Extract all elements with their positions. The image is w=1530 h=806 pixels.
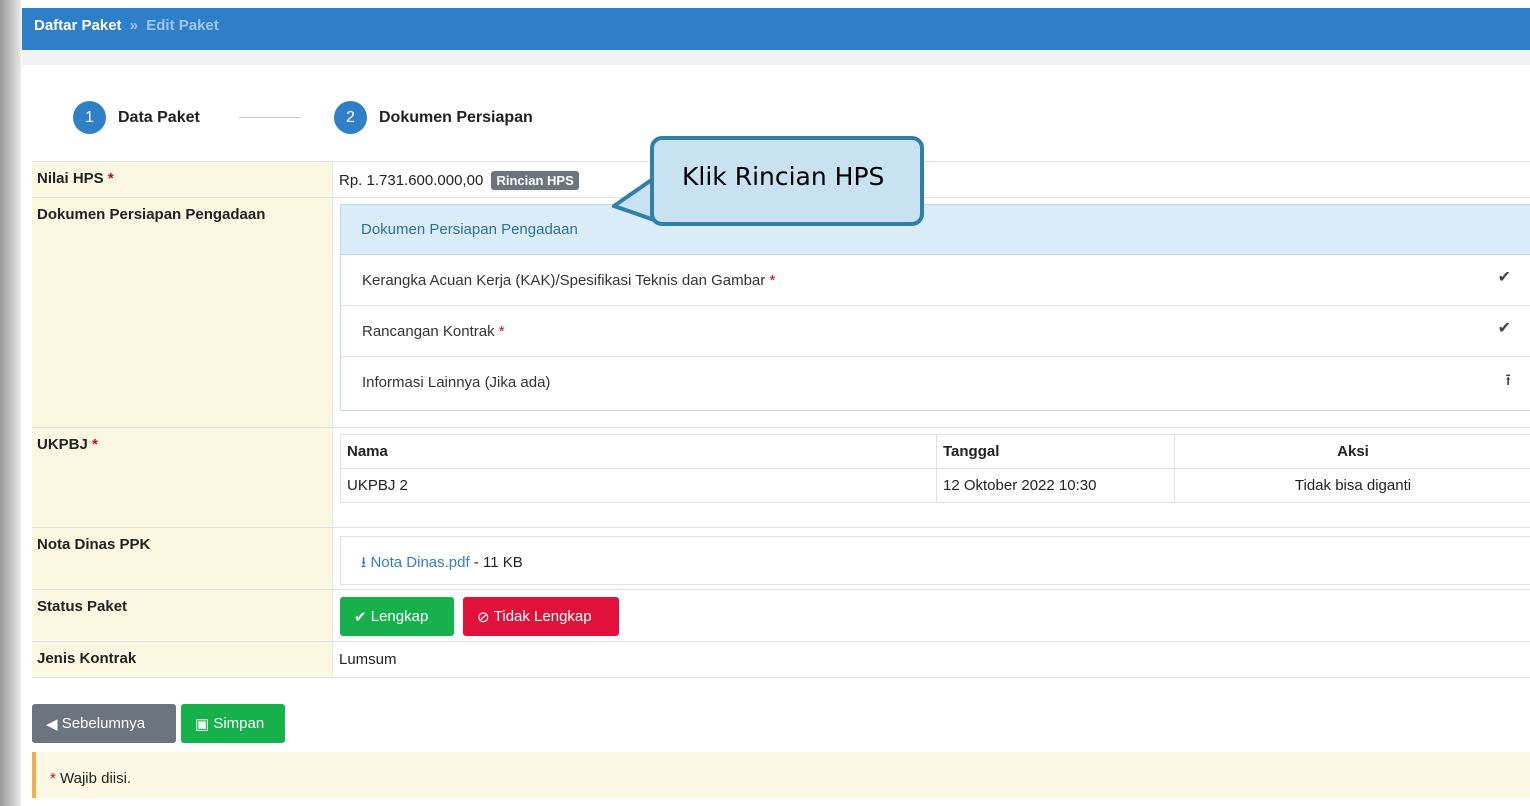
lengkap-label: Lengkap <box>370 608 429 625</box>
row-dokumen-persiapan: Dokumen Persiapan Pengadaan Dokumen Pers… <box>32 197 1530 427</box>
nota-dinas-filename: Nota Dinas.pdf <box>370 554 470 571</box>
lengkap-button[interactable]: ✔ Lengkap <box>340 597 454 636</box>
dokumen-item-rancangan-kontrak[interactable]: Rancangan Kontrak * ✔ <box>341 306 1530 357</box>
breadcrumb-parent-link[interactable]: Daftar Paket <box>34 17 122 34</box>
column-header-tanggal: Tanggal <box>936 434 1175 469</box>
ukpbj-table: Nama Tanggal Aksi UKPBJ 2 12 Oktober 202… <box>340 434 1530 503</box>
column-header-aksi: Aksi <box>1174 434 1530 469</box>
sebelumnya-button[interactable]: ◀ Sebelumnya <box>32 704 176 743</box>
row-ukpbj: UKPBJ * Nama Tanggal Aksi UKPBJ 2 12 Okt… <box>32 427 1530 527</box>
step-number-2: 2 <box>334 101 367 134</box>
jenis-kontrak-value: Lumsum <box>339 651 397 668</box>
nota-dinas-size: - 11 KB <box>469 554 523 571</box>
simpan-button[interactable]: ▣ Simpan <box>181 704 285 743</box>
sub-header-bar <box>22 50 1530 65</box>
value-jenis-kontrak: Lumsum <box>334 642 1530 677</box>
step-dokumen-persiapan[interactable]: 2 Dokumen Persiapan <box>334 101 533 134</box>
table-header-row: Nama Tanggal Aksi <box>340 434 1530 469</box>
check-icon: ✔ <box>1497 269 1511 286</box>
dokumen-panel-title: Dokumen Persiapan Pengadaan <box>341 205 1530 255</box>
callout-annotation: Klik Rincian HPS <box>650 136 924 226</box>
dokumen-item-informasi-lainnya[interactable]: Informasi Lainnya (Jika ada) ⭱ <box>341 357 1530 408</box>
value-nilai-hps: Rp. 1.731.600.000,00 Rincian HPS <box>334 162 1530 197</box>
value-dokumen-persiapan: Dokumen Persiapan Pengadaan Kerangka Acu… <box>334 198 1530 427</box>
label-jenis-kontrak: Jenis Kontrak <box>32 642 333 677</box>
step-label-2: Dokumen Persiapan <box>379 108 533 126</box>
value-nota-dinas: ⭳ Nota Dinas.pdf - 11 KB <box>334 528 1530 589</box>
required-mark: * <box>50 770 56 787</box>
nota-dinas-download-link[interactable]: ⭳ Nota Dinas.pdf <box>361 554 470 571</box>
breadcrumb-separator: » <box>129 17 139 34</box>
save-icon: ▣ <box>195 715 214 733</box>
label-dokumen-persiapan: Dokumen Persiapan Pengadaan <box>32 198 333 427</box>
required-note: * Wajib diisi. <box>32 752 1530 798</box>
step-number-1: 1 <box>73 101 106 134</box>
step-connector <box>239 117 301 118</box>
label-status-paket: Status Paket <box>32 590 333 641</box>
label-text: UKPBJ <box>37 436 88 453</box>
upload-icon[interactable]: ⭱ <box>1505 369 1511 396</box>
cell-aksi: Tidak bisa diganti <box>1174 468 1530 503</box>
dokumen-item-label: Informasi Lainnya (Jika ada) <box>362 374 551 391</box>
tidak-lengkap-label: Tidak Lengkap <box>493 608 592 625</box>
value-ukpbj: Nama Tanggal Aksi UKPBJ 2 12 Oktober 202… <box>334 428 1530 527</box>
hps-amount: Rp. 1.731.600.000,00 <box>339 172 484 189</box>
required-note-text: Wajib diisi. <box>60 770 132 787</box>
dokumen-item-label: Rancangan Kontrak <box>362 323 495 340</box>
label-nilai-hps: Nilai HPS * <box>32 162 333 197</box>
rincian-hps-button[interactable]: Rincian HPS <box>491 171 579 190</box>
tidak-lengkap-button[interactable]: ⊘ Tidak Lengkap <box>463 597 619 636</box>
row-status-paket: Status Paket ✔ Lengkap ⊘ Tidak Lengkap <box>32 589 1530 641</box>
label-text: Nilai HPS <box>37 170 104 187</box>
cell-tanggal: 12 Oktober 2022 10:30 <box>936 468 1175 503</box>
breadcrumb-current: Edit Paket <box>146 17 219 34</box>
back-circle-icon: ◀ <box>46 715 62 733</box>
simpan-label: Simpan <box>213 715 265 732</box>
required-mark: * <box>769 272 776 289</box>
required-mark: * <box>498 323 505 340</box>
download-icon: ⭳ <box>361 554 367 571</box>
required-mark: * <box>107 170 114 187</box>
ban-icon: ⊘ <box>477 608 494 626</box>
row-jenis-kontrak: Jenis Kontrak Lumsum <box>32 641 1530 678</box>
step-data-paket[interactable]: 1 Data Paket <box>73 101 200 134</box>
label-ukpbj: UKPBJ * <box>32 428 333 527</box>
check-icon: ✔ <box>354 608 371 626</box>
row-nota-dinas: Nota Dinas PPK ⭳ Nota Dinas.pdf - 11 KB <box>32 527 1530 589</box>
table-row: UKPBJ 2 12 Oktober 2022 10:30 Tidak bisa… <box>340 468 1530 503</box>
nota-dinas-box: ⭳ Nota Dinas.pdf - 11 KB <box>340 536 1530 585</box>
check-icon: ✔ <box>1497 320 1511 337</box>
required-mark: * <box>92 436 98 453</box>
label-nota-dinas: Nota Dinas PPK <box>32 528 333 589</box>
dokumen-item-label: Kerangka Acuan Kerja (KAK)/Spesifikasi T… <box>362 272 766 289</box>
step-label-1: Data Paket <box>118 108 200 126</box>
dokumen-panel: Dokumen Persiapan Pengadaan Kerangka Acu… <box>340 204 1530 411</box>
column-header-nama: Nama <box>340 434 937 469</box>
cell-nama: UKPBJ 2 <box>340 468 937 503</box>
sebelumnya-label: Sebelumnya <box>61 715 146 732</box>
dokumen-item-kak[interactable]: Kerangka Acuan Kerja (KAK)/Spesifikasi T… <box>341 255 1530 306</box>
breadcrumb: Daftar Paket » Edit Paket <box>22 8 1530 50</box>
value-status-paket: ✔ Lengkap ⊘ Tidak Lengkap <box>334 590 1530 641</box>
